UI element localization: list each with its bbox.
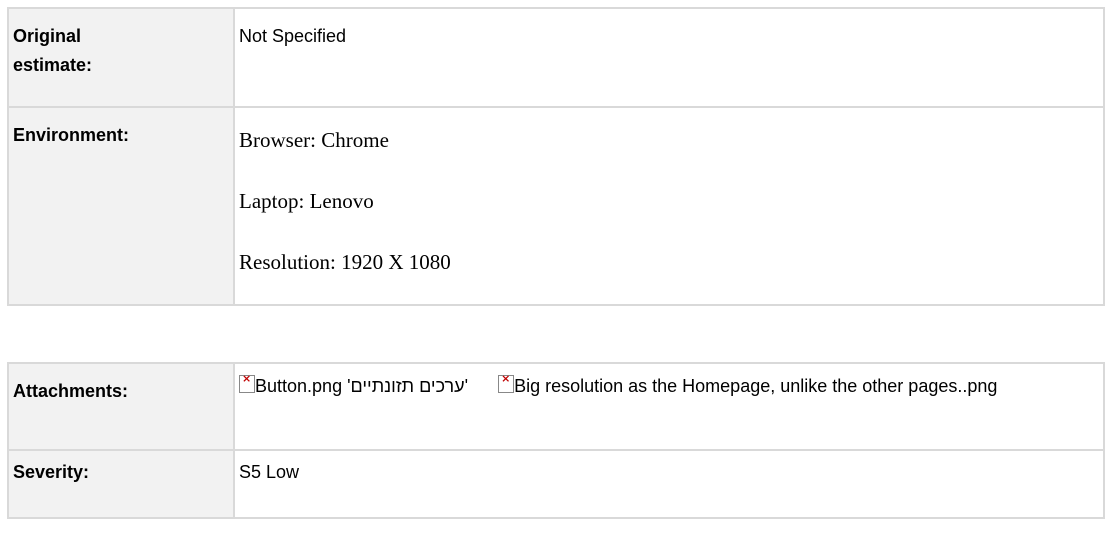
attachments-value: 'ערכים תזונתיים' Button.png Big resolutio… bbox=[233, 362, 1105, 451]
original-estimate-row: Original estimate: Not Specified bbox=[7, 7, 1105, 108]
attachment-link-1[interactable]: 'ערכים תזונתיים' Button.png bbox=[239, 372, 469, 396]
attachments-label: Attachments: bbox=[7, 362, 235, 451]
environment-browser: Browser: Chrome bbox=[239, 128, 389, 152]
broken-image-icon bbox=[239, 372, 255, 393]
attachment-link-2[interactable]: Big resolution as the Homepage, unlike t… bbox=[498, 372, 998, 396]
original-estimate-label-line2: estimate: bbox=[13, 55, 93, 75]
severity-value: S5 Low bbox=[233, 449, 1105, 519]
severity-row: Severity: S5 Low bbox=[7, 449, 1105, 519]
environment-resolution: Resolution: 1920 X 1080 bbox=[239, 250, 451, 274]
issue-details-table: Original estimate: Not Specified Environ… bbox=[7, 7, 1105, 306]
environment-label: Environment: bbox=[7, 106, 235, 306]
environment-laptop: Laptop: Lenovo bbox=[239, 189, 374, 213]
environment-row: Environment: Browser: Chrome Laptop: Len… bbox=[7, 106, 1105, 306]
original-estimate-label: Original estimate: bbox=[7, 7, 235, 108]
environment-value: Browser: Chrome Laptop: Lenovo Resolutio… bbox=[233, 106, 1105, 306]
original-estimate-value: Not Specified bbox=[233, 7, 1105, 108]
severity-label: Severity: bbox=[7, 449, 235, 519]
broken-image-icon bbox=[498, 372, 515, 393]
attachment-name-1: 'ערכים תזונתיים' Button.png bbox=[255, 376, 469, 396]
original-estimate-label-line1: Original bbox=[13, 26, 82, 46]
attachment-name-2: Big resolution as the Homepage, unlike t… bbox=[514, 376, 998, 396]
attachments-row: Attachments: 'ערכים תזונתיים' Button.png… bbox=[7, 362, 1105, 451]
attachments-table: Attachments: 'ערכים תזונתיים' Button.png… bbox=[7, 362, 1105, 519]
